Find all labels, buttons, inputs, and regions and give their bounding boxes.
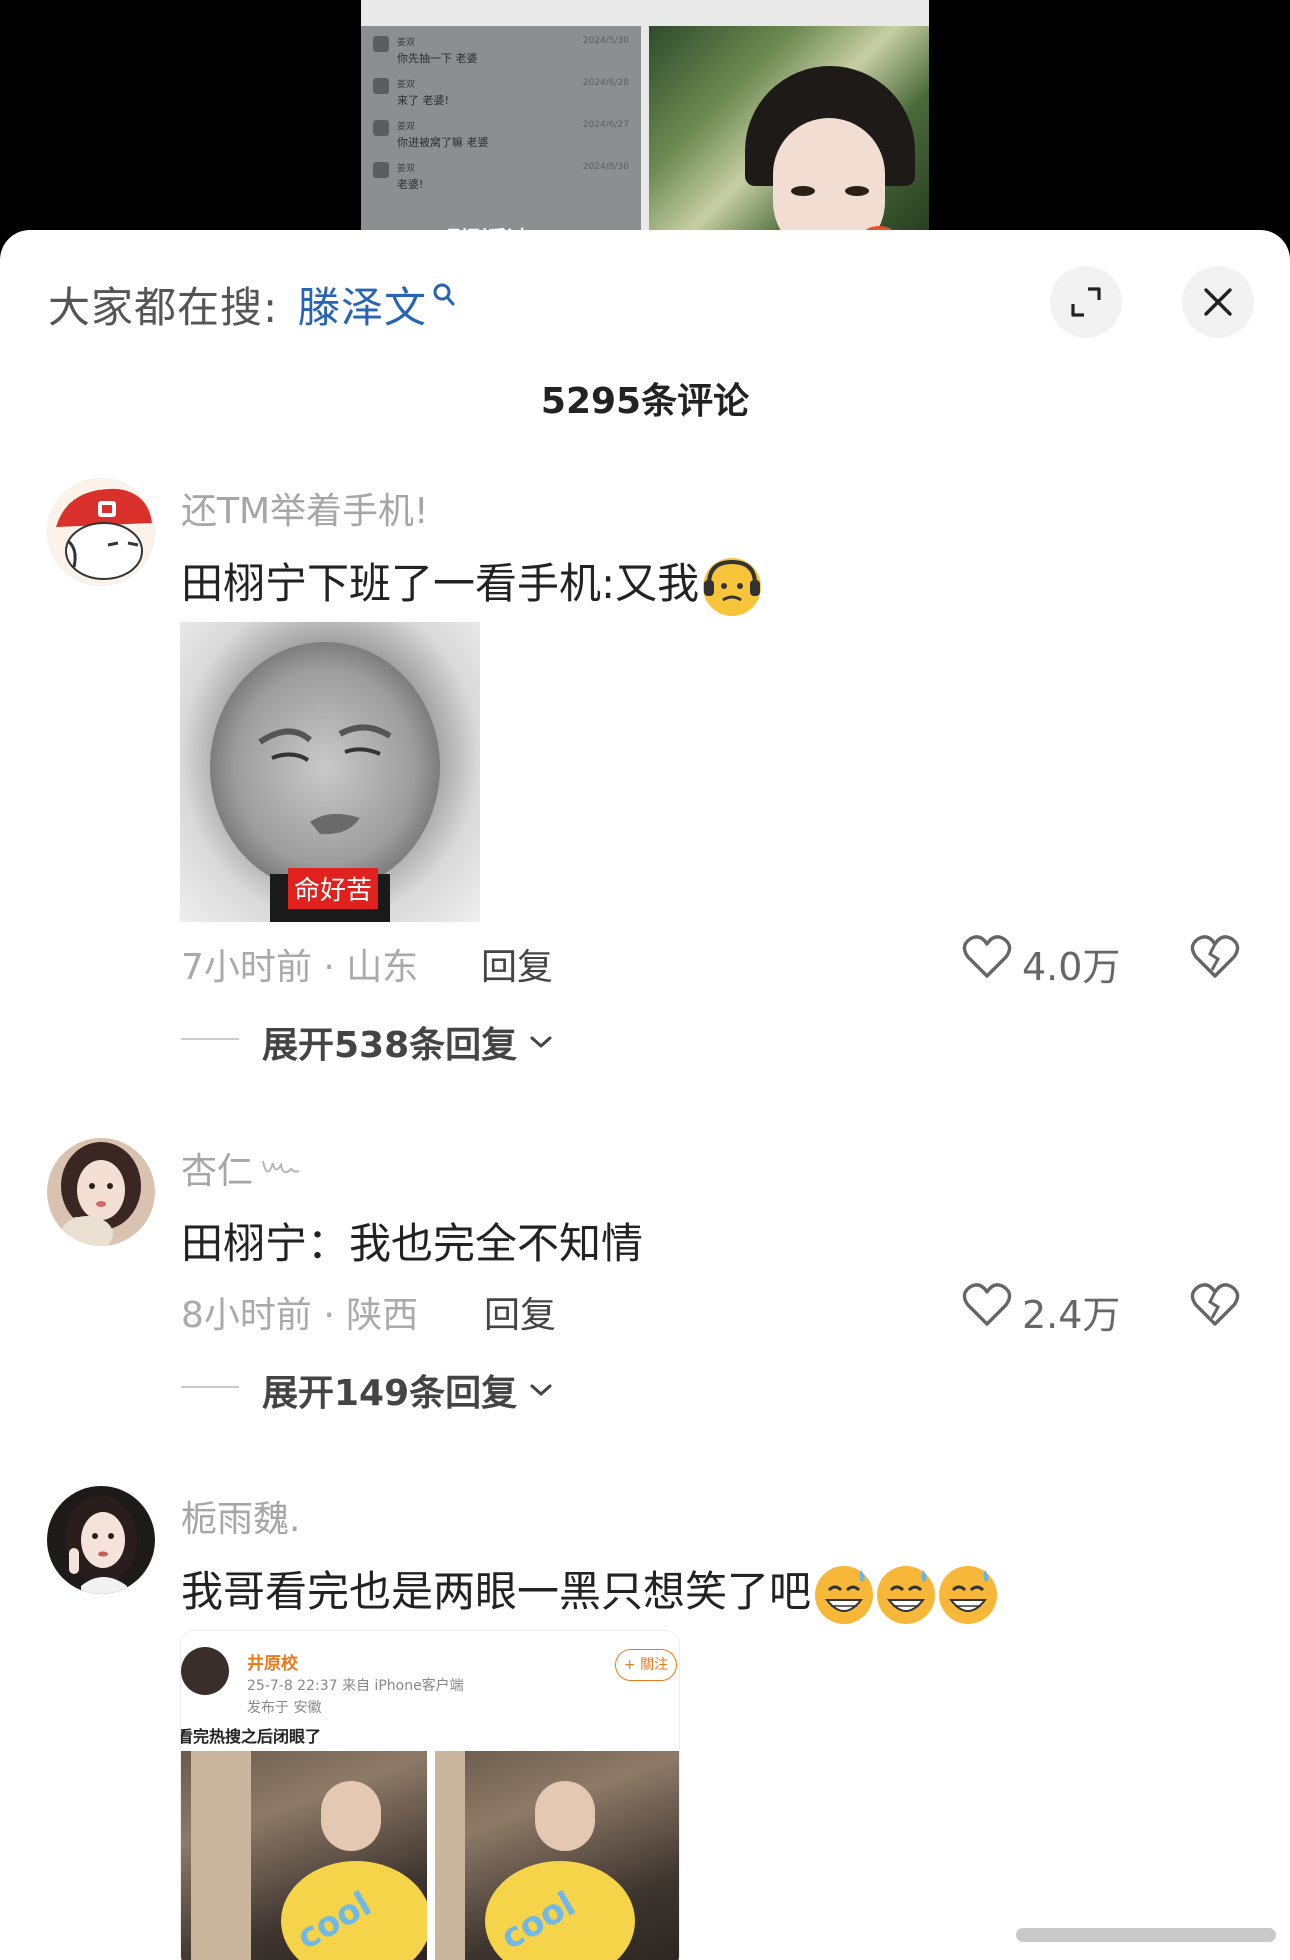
girl-avatar-icon — [47, 1138, 155, 1246]
like-count: 4.0万 — [1022, 945, 1121, 989]
meme-caption: 命好苦 — [288, 868, 379, 909]
search-prompt: 大家都在搜: — [48, 283, 279, 332]
comment-sheet: 大家都在搜: 滕泽文 5295条评论 还TM举着手机! 田栩宁下班了一看手机:又… — [0, 230, 1290, 1960]
chat-name: 姜双 — [397, 38, 416, 48]
cartoon-avatar-icon — [48, 479, 154, 585]
chat-date: 2024/6/28 — [582, 78, 629, 88]
chat-row: 姜双 来了 老婆! 2024/6/28 — [373, 78, 629, 108]
avatar[interactable] — [47, 1138, 155, 1246]
expand-divider — [181, 1386, 239, 1388]
comment-count-title: 5295条评论 — [540, 381, 750, 422]
chat-text: 老婆! — [397, 178, 424, 191]
chat-date: 2024/5/30 — [582, 36, 629, 46]
chevron-down-icon — [530, 1384, 552, 1396]
expand-replies-label: 展开538条回复 — [262, 1025, 518, 1066]
portrait-photo — [649, 26, 929, 240]
avatar[interactable] — [47, 1486, 155, 1594]
sheet-header: 大家都在搜: 滕泽文 — [0, 230, 1290, 370]
sad-headphones-emoji-icon — [703, 557, 762, 616]
weibo-photo-left: cool — [181, 1751, 427, 1960]
comment-time-location: 8小时前 · 陕西 — [181, 1295, 419, 1336]
comment-text: 田栩宁：我也完全不知情 — [181, 1219, 644, 1268]
chat-tag: 老婆 — [466, 136, 489, 149]
search-icon[interactable] — [432, 282, 456, 310]
comment-text-content: 我哥看完也是两眼一黑只想笑了吧 — [181, 1567, 812, 1616]
chat-avatar — [373, 78, 389, 94]
broken-heart-dislike-icon[interactable] — [1190, 934, 1240, 980]
meme-image[interactable]: 命好苦 — [180, 622, 480, 922]
chat-date: 2024/6/27 — [582, 120, 629, 130]
search-keyword-link[interactable]: 滕泽文 — [298, 274, 427, 335]
expand-icon — [1071, 287, 1101, 317]
weibo-avatar — [181, 1647, 229, 1695]
expand-replies-label: 展开149条回复 — [262, 1373, 518, 1414]
grin-sweat-emoji-icon — [939, 1565, 998, 1624]
chevron-down-icon — [530, 1036, 552, 1048]
chat-date: 2024/8/30 — [582, 162, 629, 172]
home-indicator[interactable] — [1016, 1928, 1276, 1942]
chat-row: 姜双 你先抽一下 老婆 2024/5/30 — [373, 36, 629, 66]
weibo-photo-right: cool — [435, 1751, 679, 1960]
username-text: 杏仁 — [181, 1151, 254, 1192]
chat-avatar — [373, 162, 389, 178]
expand-replies-button[interactable]: 展开538条回复 — [262, 1016, 553, 1068]
close-button[interactable] — [1182, 266, 1254, 338]
chat-text: 你进被窝了嘛 — [397, 136, 463, 149]
chat-text: 来了 — [397, 94, 419, 107]
weibo-text: 看完热搜之后闭眼了 — [180, 1727, 322, 1746]
comment-text: 田栩宁下班了一看手机:又我 — [181, 550, 762, 616]
grin-sweat-emoji-icon — [815, 1565, 874, 1624]
comment-time-location: 7小时前 · 山东 — [181, 947, 419, 988]
expand-button[interactable] — [1050, 266, 1122, 338]
weibo-follow-button: + 關注 — [615, 1649, 677, 1681]
broken-heart-dislike-icon[interactable] — [1190, 1282, 1240, 1328]
like-count: 2.4万 — [1022, 1293, 1121, 1337]
chat-avatar — [373, 36, 389, 52]
comment-text: 我哥看完也是两眼一黑只想笑了吧 — [181, 1558, 998, 1624]
weibo-meta: 25-7-8 22:37 来自 iPhone客户端 — [247, 1678, 464, 1694]
chat-name: 姜双 — [397, 80, 416, 90]
chat-avatar — [373, 120, 389, 136]
expand-replies-button[interactable]: 展开149条回复 — [262, 1364, 553, 1416]
username[interactable]: 栀雨魏. — [181, 1490, 300, 1542]
grin-sweat-emoji-icon — [877, 1565, 936, 1624]
chat-row: 姜双 老婆! 2024/8/30 — [373, 162, 629, 192]
chat-text: 你先抽一下 — [397, 52, 452, 65]
weibo-screenshot-image[interactable]: 井原校 25-7-8 22:37 来自 iPhone客户端 发布于 安徽 + 關… — [180, 1630, 680, 1960]
reply-button[interactable]: 回复 — [481, 938, 553, 990]
chat-tag: 老婆 — [455, 52, 478, 65]
girl-avatar-icon — [47, 1486, 155, 1594]
comment-text-content: 田栩宁下班了一看手机:又我 — [181, 559, 700, 608]
video-player-area[interactable]: 姜双 你先抽一下 老婆 2024/5/30 姜双 来了 老婆! 2024/6/2… — [0, 0, 1290, 240]
username[interactable]: 还TM举着手机! — [181, 482, 428, 534]
signature-scribble-icon — [262, 1160, 300, 1174]
heart-like-icon[interactable] — [962, 1282, 1012, 1328]
video-frame[interactable]: 姜双 你先抽一下 老婆 2024/5/30 姜双 来了 老婆! 2024/6/2… — [361, 0, 929, 240]
heart-like-icon[interactable] — [962, 934, 1012, 980]
username[interactable]: 杏仁 — [181, 1142, 301, 1194]
avatar[interactable] — [47, 478, 155, 586]
reply-button[interactable]: 回复 — [484, 1286, 556, 1338]
expand-divider — [181, 1038, 239, 1040]
close-icon — [1204, 288, 1232, 316]
chat-name: 姜双 — [397, 164, 416, 174]
chat-screenshot: 姜双 你先抽一下 老婆 2024/5/30 姜双 来了 老婆! 2024/6/2… — [361, 26, 641, 240]
chat-tag: 老婆! — [422, 94, 449, 107]
weibo-username: 井原校 — [247, 1654, 298, 1674]
chat-name: 姜双 — [397, 122, 416, 132]
chat-row: 姜双 你进被窝了嘛 老婆 2024/6/27 — [373, 120, 629, 150]
weibo-location: 发布于 安徽 — [247, 1700, 322, 1716]
